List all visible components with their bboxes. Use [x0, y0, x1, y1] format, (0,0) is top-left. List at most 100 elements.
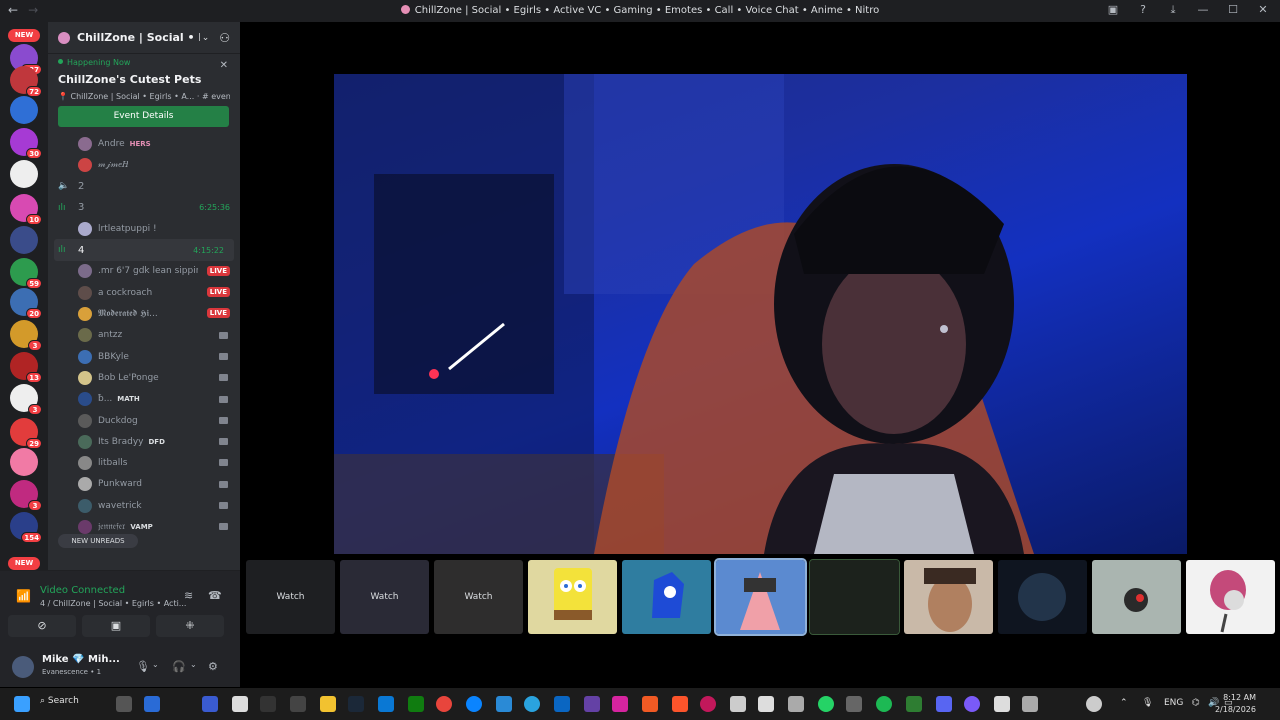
app-icon[interactable] [846, 696, 862, 712]
signal-icon[interactable]: 📶 [16, 589, 31, 603]
steam-icon[interactable] [348, 696, 364, 712]
user-name[interactable]: Mike 💎 Mih... [42, 654, 120, 665]
invite-icon[interactable]: ⚇ [219, 31, 230, 45]
app-icon[interactable] [994, 696, 1010, 712]
new-unreads-pill[interactable]: NEW UNREADS [58, 534, 138, 548]
headphones-icon[interactable]: 🎧 [172, 660, 186, 673]
server-icon[interactable] [10, 96, 38, 124]
app-icon[interactable] [730, 696, 746, 712]
participant-tile[interactable] [998, 560, 1087, 634]
server-icon[interactable]: 10 [10, 194, 42, 225]
participant-tile[interactable] [1092, 560, 1181, 634]
voice-user[interactable]: 𝓂𝒿𝓂𝑒𝐻 [48, 154, 240, 175]
server-header[interactable]: ChillZone | Social • Egir... ⌄ ⚇ [48, 22, 240, 54]
voice-user[interactable]: wavetrick [48, 495, 240, 516]
app-icon[interactable] [232, 696, 248, 712]
participant-tile[interactable] [714, 558, 807, 636]
app-icon[interactable] [144, 696, 160, 712]
weather-icon[interactable] [1086, 696, 1102, 712]
search-box[interactable]: ⌕ Search [40, 696, 79, 706]
app-icon[interactable] [260, 696, 276, 712]
discord-icon[interactable] [936, 696, 952, 712]
app-icon[interactable] [202, 696, 218, 712]
main-video-stream[interactable] [334, 74, 1187, 554]
avatar[interactable] [12, 656, 34, 678]
noise-suppression-icon[interactable]: ≋ [184, 589, 193, 602]
voice-user[interactable]: Duckdog [48, 410, 240, 431]
server-icon[interactable]: 3 [10, 480, 42, 511]
voice-user[interactable]: BBKyle [48, 346, 240, 367]
app-icon[interactable] [906, 696, 922, 712]
participant-tile[interactable] [622, 560, 711, 634]
chrome-icon[interactable] [436, 696, 452, 712]
chevron-down-icon[interactable]: ⌄ [190, 660, 197, 669]
chevron-down-icon[interactable]: ⌄ [152, 660, 159, 669]
close-icon[interactable]: ✕ [220, 60, 228, 71]
chevron-down-icon[interactable]: ⌄ [202, 33, 210, 43]
voice-user[interactable]: Bob Le'Ponge [48, 367, 240, 388]
microphone-icon[interactable]: 🎙 [1142, 698, 1153, 708]
voice-user[interactable]: Punkward [48, 474, 240, 495]
camera-off-button[interactable]: ⊘ [8, 615, 76, 637]
server-icon[interactable]: 154 [10, 512, 42, 543]
server-icon[interactable]: 3 [10, 320, 42, 351]
server-icon[interactable]: 29 [10, 418, 42, 449]
minimize-icon[interactable]: — [1196, 3, 1210, 17]
app-icon[interactable] [466, 696, 482, 712]
voice-status[interactable]: Video Connected [40, 585, 125, 596]
file-explorer-icon[interactable] [320, 696, 336, 712]
app-icon[interactable] [378, 696, 394, 712]
new-pill[interactable]: NEW [8, 29, 40, 42]
task-view-icon[interactable] [116, 696, 132, 712]
server-icon[interactable] [10, 160, 38, 188]
app-icon[interactable] [758, 696, 774, 712]
voice-user[interactable]: litballs [48, 452, 240, 473]
screen-share-icon[interactable]: ▣ [1106, 3, 1120, 17]
voice-user[interactable]: ƀ... MATH [48, 389, 240, 410]
spotify-icon[interactable] [876, 696, 892, 712]
server-icon[interactable] [10, 226, 38, 254]
server-icon[interactable]: 13 [10, 352, 42, 383]
close-icon[interactable]: ✕ [1256, 3, 1270, 17]
download-icon[interactable]: ⤓ [1166, 3, 1180, 17]
server-icon[interactable]: 3 [10, 384, 42, 415]
linkedin-icon[interactable] [554, 696, 570, 712]
network-icon[interactable]: ⌬ [1192, 698, 1200, 708]
participant-tile[interactable] [904, 560, 993, 634]
participant-tile[interactable]: Watch [340, 560, 429, 634]
voice-user[interactable]: antzz [48, 325, 240, 346]
server-icon[interactable] [10, 448, 38, 476]
event-details-button[interactable]: Event Details [58, 106, 229, 127]
server-icon[interactable]: 20 [10, 288, 42, 319]
app-icon[interactable] [642, 696, 658, 712]
clock[interactable]: 8:12 AM 2/18/2026 [1215, 692, 1256, 716]
voice-user[interactable]: 𝕸𝖔𝖉𝖊𝖗𝖆𝖙𝖊𝖉 𝕳𝖎... LIVE [48, 303, 240, 324]
voice-user[interactable]: lrtleatpuppi ! [48, 218, 240, 239]
settings-gear-icon[interactable]: ⚙ [208, 660, 218, 673]
whatsapp-icon[interactable] [818, 696, 834, 712]
voice-user[interactable]: .mr 6'7 gdk lean sippin ... LIVE [48, 261, 240, 282]
voice-channel-2[interactable]: 🔈 2 [48, 176, 240, 197]
voice-channel-4[interactable]: ılı 4 4:15:22 [54, 239, 234, 261]
twitch-icon[interactable] [584, 696, 600, 712]
brave-icon[interactable] [672, 696, 688, 712]
participant-tile[interactable] [809, 559, 900, 635]
xbox-icon[interactable] [408, 696, 424, 712]
telegram-icon[interactable] [524, 696, 540, 712]
help-icon[interactable]: ? [1136, 3, 1150, 17]
app-icon[interactable] [700, 696, 716, 712]
new-pill[interactable]: NEW [8, 557, 40, 570]
voice-user[interactable]: Andre HERS [48, 133, 240, 154]
voice-channel-3[interactable]: ılı 3 6:25:36 [48, 197, 240, 218]
voice-location[interactable]: 4 / ChillZone | Social • Egirls • Acti..… [40, 599, 186, 608]
server-icon[interactable]: 59 [10, 258, 42, 289]
disconnect-icon[interactable]: ☎ [208, 589, 222, 602]
participant-tile[interactable]: Watch [434, 560, 523, 634]
instagram-icon[interactable] [612, 696, 628, 712]
participant-tile[interactable]: Watch [246, 560, 335, 634]
server-icon[interactable]: 72 [10, 66, 42, 97]
app-icon[interactable] [788, 696, 804, 712]
screen-share-button[interactable]: ▣ [82, 615, 150, 637]
participant-tile[interactable] [528, 560, 617, 634]
activities-button[interactable]: ⁜ [156, 615, 224, 637]
